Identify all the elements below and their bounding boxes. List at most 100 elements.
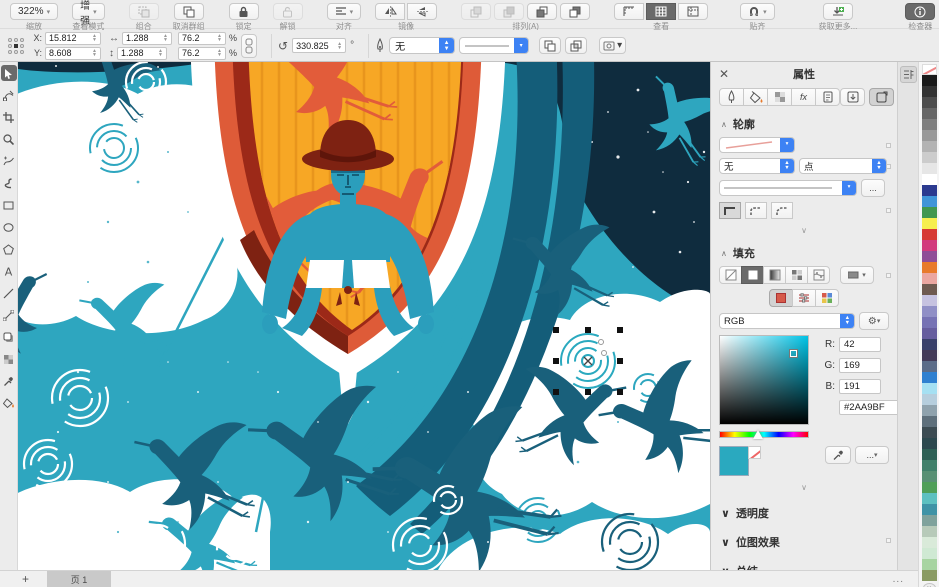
palette-swatch[interactable]	[922, 372, 937, 383]
object-width-field[interactable]: 1.288▲▼	[122, 32, 172, 45]
stepper-icon[interactable]: ▲▼	[160, 34, 168, 42]
palette-swatch[interactable]	[922, 339, 937, 350]
outline-width-select[interactable]: 无▲▼	[389, 37, 455, 54]
to-back-button[interactable]	[560, 3, 590, 20]
blue-value-field[interactable]: 191	[839, 379, 881, 394]
hex-value-field[interactable]: #2AA9BF	[839, 400, 897, 415]
stepper-icon[interactable]: ▲▼	[214, 34, 222, 42]
miter-corner-button[interactable]	[719, 202, 741, 219]
palette-swatch[interactable]	[922, 185, 937, 196]
outline-expand-chevron[interactable]: ∨	[719, 226, 889, 235]
object-origin-selector[interactable]	[8, 38, 24, 54]
color-viewer-button[interactable]	[769, 289, 793, 307]
stepper-icon[interactable]: ▲▼	[89, 49, 97, 57]
outline-width-preview-select[interactable]: ▾	[719, 137, 795, 153]
ellipse-tool[interactable]	[1, 219, 17, 235]
palette-swatch[interactable]	[922, 570, 937, 581]
palette-swatch[interactable]	[922, 427, 937, 438]
outline-units-select[interactable]: 点▲▼	[799, 158, 887, 174]
palette-swatch[interactable]	[922, 141, 937, 152]
hue-slider-handle[interactable]	[753, 430, 763, 439]
fill-picker-dropdown[interactable]: ▾	[840, 266, 874, 284]
palette-swatch[interactable]	[922, 262, 937, 273]
red-value-field[interactable]: 42	[839, 337, 881, 352]
green-value-field[interactable]: 169	[839, 358, 881, 373]
line-tool[interactable]	[1, 285, 17, 301]
palette-swatch[interactable]	[922, 251, 937, 262]
mirror-horizontal-button[interactable]	[375, 3, 405, 20]
unlock-button[interactable]	[273, 3, 303, 20]
palette-no-color-swatch[interactable]	[922, 64, 937, 75]
palette-swatch[interactable]	[922, 75, 937, 86]
zoom-tool[interactable]	[1, 131, 17, 147]
palette-swatch[interactable]	[922, 515, 937, 526]
shape-tool[interactable]	[1, 87, 17, 103]
checkbox[interactable]	[886, 208, 891, 213]
palette-swatch[interactable]	[922, 559, 937, 570]
palette-scroll-button[interactable]: ∨	[923, 583, 936, 587]
outline-tab[interactable]	[719, 88, 744, 106]
outline-width-select[interactable]: 无▲▼	[719, 158, 795, 174]
pick-tool[interactable]	[1, 65, 17, 81]
dimension-tool[interactable]	[1, 307, 17, 323]
palette-swatch[interactable]	[922, 449, 937, 460]
effects-dropdown[interactable]: ▾	[599, 37, 626, 54]
forward-one-button[interactable]	[494, 3, 524, 20]
rectangle-tool[interactable]	[1, 197, 17, 213]
palette-swatch[interactable]	[922, 504, 937, 515]
mirror-vertical-button[interactable]	[407, 3, 437, 20]
outline-settings-button[interactable]: ...	[861, 179, 885, 197]
backward-one-button[interactable]	[527, 3, 557, 20]
align-dropdown[interactable]: ▾	[327, 3, 362, 20]
palette-swatch[interactable]	[922, 108, 937, 119]
eyedropper-tool[interactable]	[1, 373, 17, 389]
page-tab[interactable]: 页 1	[47, 571, 111, 587]
y-position-field[interactable]: 8.608▲▼	[45, 47, 101, 60]
add-page-button[interactable]: +	[22, 572, 29, 586]
palette-swatch[interactable]	[922, 218, 937, 229]
palette-swatch[interactable]	[922, 152, 937, 163]
palette-swatch[interactable]	[922, 383, 937, 394]
view-mode-select[interactable]: 增强▾	[72, 3, 105, 20]
palette-swatch[interactable]	[922, 526, 937, 537]
summary-section-header[interactable]: ∨总结	[721, 563, 889, 570]
checkbox[interactable]	[886, 143, 891, 148]
color-sliders-button[interactable]	[792, 289, 816, 307]
transparency-tool[interactable]	[1, 351, 17, 367]
fill-section-header[interactable]: ∧填充	[721, 245, 889, 261]
stepper-icon[interactable]: ▲▼	[334, 42, 342, 50]
fountain-fill-button[interactable]	[763, 266, 786, 284]
text-tool[interactable]: A	[1, 263, 17, 279]
palette-swatch[interactable]	[922, 163, 937, 174]
group-button[interactable]	[129, 3, 159, 20]
palette-swatch[interactable]	[922, 273, 937, 284]
rulers-toggle-button[interactable]	[614, 3, 644, 20]
wrap-back-button[interactable]	[565, 37, 587, 54]
palette-swatch[interactable]	[922, 416, 937, 427]
drop-shadow-tool[interactable]	[1, 329, 17, 345]
lock-button[interactable]	[229, 3, 259, 20]
outline-style-select[interactable]: ▾	[719, 180, 857, 196]
palette-swatch[interactable]	[922, 438, 937, 449]
snap-dropdown[interactable]: ▾	[740, 3, 775, 20]
object-height-field[interactable]: 1.288▲▼	[117, 47, 167, 60]
palette-swatch[interactable]	[922, 119, 937, 130]
wrap-front-button[interactable]	[539, 37, 561, 54]
palette-swatch[interactable]	[922, 86, 937, 97]
checkbox[interactable]	[886, 164, 891, 169]
palette-swatch[interactable]	[922, 97, 937, 108]
palette-swatch[interactable]	[922, 493, 937, 504]
palette-swatch[interactable]	[922, 471, 937, 482]
get-more-button[interactable]	[823, 3, 853, 20]
ungroup-button[interactable]	[174, 3, 204, 20]
inspector-button[interactable]	[905, 3, 935, 20]
palette-swatch[interactable]	[922, 196, 937, 207]
freehand-tool[interactable]	[1, 153, 17, 169]
fill-tab[interactable]	[743, 88, 768, 106]
stepper-icon[interactable]: ▲▼	[155, 49, 163, 57]
palette-swatch[interactable]	[922, 130, 937, 141]
palette-swatch[interactable]	[922, 317, 937, 328]
checkbox[interactable]	[886, 538, 891, 543]
scale-width-field[interactable]: 76.2▲▼	[178, 32, 226, 45]
round-corner-button[interactable]	[745, 202, 767, 219]
